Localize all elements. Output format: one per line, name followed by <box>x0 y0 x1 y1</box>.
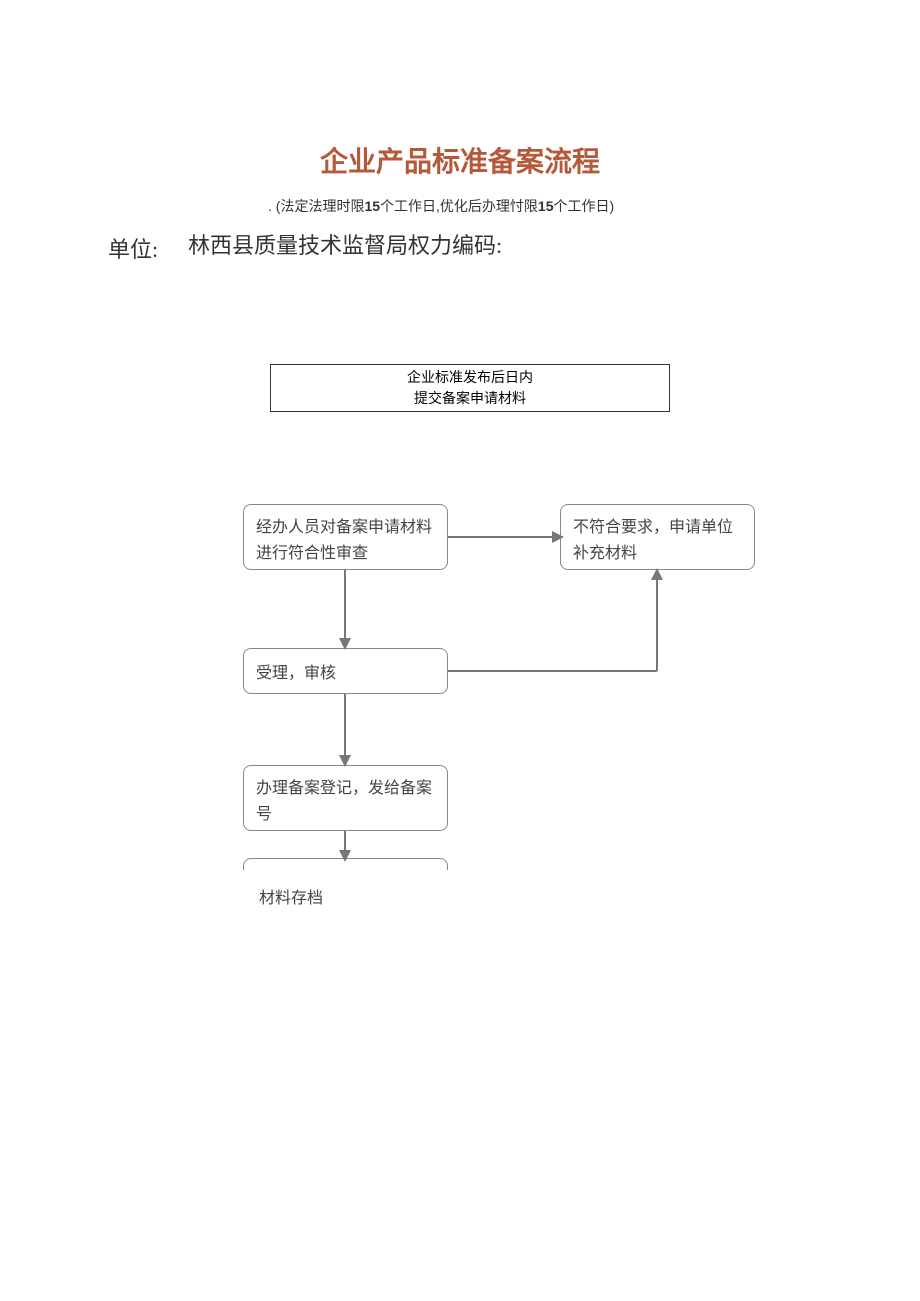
box-reject: 不符合要求，申请单位补充材料 <box>560 504 755 570</box>
unit-label: 单位: <box>108 232 158 264</box>
subtitle-prefix: . (法定法理时限 <box>268 198 364 214</box>
subtitle-days1: 15 <box>364 198 380 214</box>
start-box: 企业标准发布后日内 提交备案申请材料 <box>270 364 670 412</box>
subtitle-days2: 15 <box>538 198 554 214</box>
start-box-line1: 企业标准发布后日内 <box>407 367 533 388</box>
subtitle-suffix: 个工作日) <box>554 198 615 214</box>
box-accept: 受理，审核 <box>243 648 448 694</box>
unit-value: 林西县质量技术监督局权力编码: <box>188 228 502 260</box>
archive-label: 材料存档 <box>259 884 323 908</box>
box-process: 办理备案登记，发给备案号 <box>243 765 448 831</box>
page-title: 企业产品标准备案流程 <box>0 140 920 180</box>
box-review: 经办人员对备案申请材料进行符合性审查 <box>243 504 448 570</box>
box-archive-top <box>243 858 448 870</box>
subtitle-mid: 个工作日,优化后办理忖限 <box>380 198 538 214</box>
start-box-line2: 提交备案申请材料 <box>414 388 526 409</box>
subtitle: . (法定法理时限15个工作日,优化后办理忖限15个工作日) <box>268 196 614 216</box>
